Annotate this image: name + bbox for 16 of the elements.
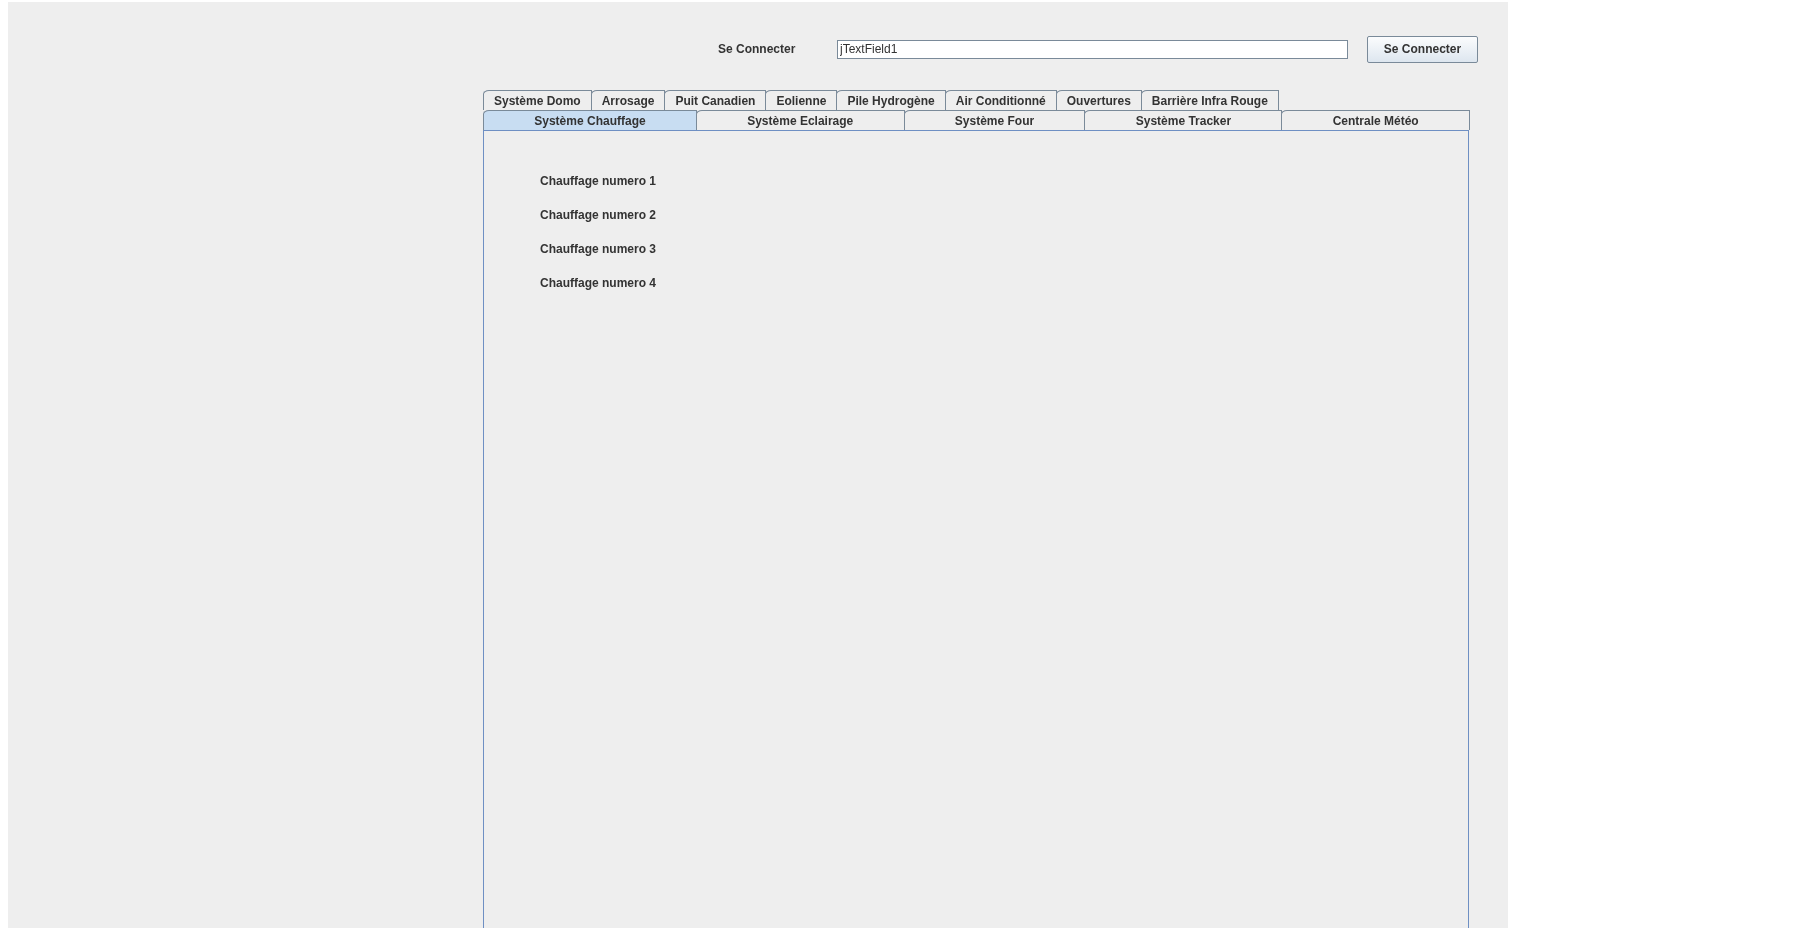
heater-label: Chauffage numero 2 (540, 208, 657, 223)
heater-label: Chauffage numero 1 (540, 174, 657, 189)
connect-button[interactable]: Se Connecter (1367, 35, 1478, 63)
tab[interactable]: Centrale Météo (1281, 110, 1470, 130)
connect-label: Se Connecter (718, 42, 797, 56)
tab[interactable]: Système Eclairage (695, 110, 905, 130)
heater-label: Chauffage numero 4 (540, 276, 657, 291)
tab[interactable]: Arrosage (590, 90, 666, 110)
tab[interactable]: Barrière Infra Rouge (1140, 90, 1279, 110)
tab[interactable]: Système Domo (483, 90, 592, 110)
tab[interactable]: Système Four (903, 110, 1086, 130)
text-field[interactable]: jTextField1 (837, 39, 1348, 59)
heater-label: Chauffage numero 3 (540, 242, 657, 257)
tab[interactable]: Système Chauffage (483, 110, 697, 130)
tab[interactable]: Pile Hydrogène (836, 90, 946, 110)
tab[interactable]: Système Tracker (1084, 110, 1283, 130)
